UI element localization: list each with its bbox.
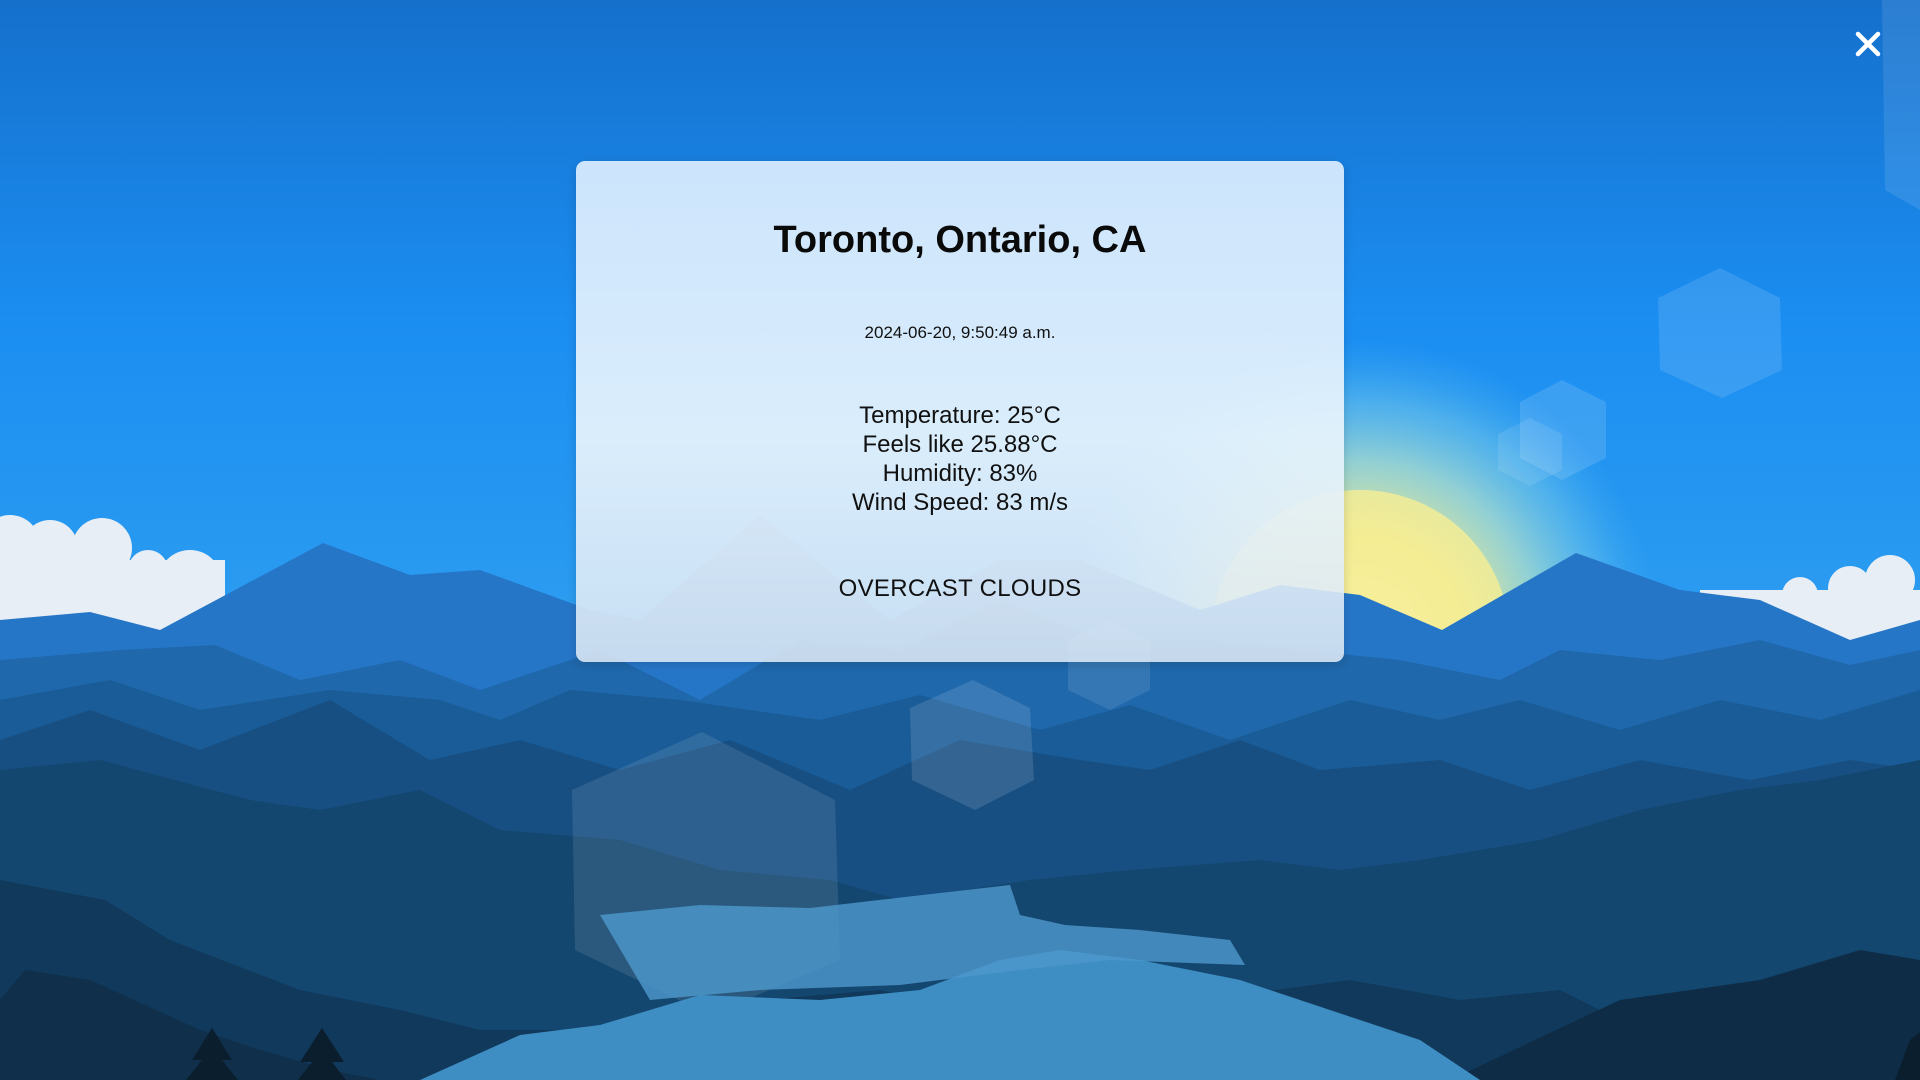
temperature-text: Temperature: 25°C (859, 402, 1061, 429)
weather-app: Toronto, Ontario, CA 2024-06-20, 9:50:49… (0, 0, 1920, 1080)
location-title: Toronto, Ontario, CA (773, 219, 1147, 261)
date-time-text: 2024-06-20, 9:50:49 a.m. (864, 323, 1056, 342)
feels-like-text: Feels like 25.88°C (862, 431, 1058, 458)
humidity-text: Humidity: 83% (882, 460, 1038, 487)
close-icon[interactable] (1846, 22, 1890, 66)
weather-stats: Temperature: 25°C Feels like 25.88°C Hum… (576, 401, 1344, 517)
wind-speed-text: Wind Speed: 83 m/s (851, 489, 1069, 516)
weather-card: Toronto, Ontario, CA 2024-06-20, 9:50:49… (576, 161, 1344, 662)
weather-description: OVERCAST CLOUDS (838, 575, 1082, 602)
